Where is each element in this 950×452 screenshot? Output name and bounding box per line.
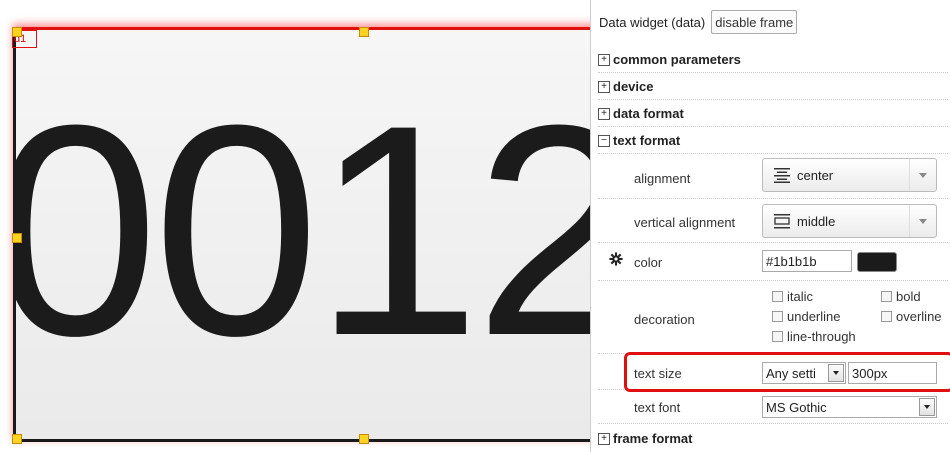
text-font-value: MS Gothic [766, 400, 827, 415]
checkbox-box[interactable] [881, 291, 892, 302]
valign-middle-icon [774, 214, 790, 229]
chevron-down-icon [919, 398, 935, 416]
checkbox-box[interactable] [772, 291, 783, 302]
alignment-select[interactable]: center [762, 158, 937, 192]
panel-header: Data widget (data) disable frame [599, 8, 798, 36]
checkbox-box[interactable] [881, 311, 892, 322]
expand-icon: + [598, 53, 610, 66]
overline-checkbox[interactable]: overline [881, 309, 942, 324]
section-label: device [613, 79, 654, 94]
panel-title: Data widget (data) [599, 14, 706, 30]
gear-icon[interactable] [609, 252, 623, 266]
alignment-value: center [797, 168, 834, 183]
alignment-label: alignment [634, 171, 691, 186]
overline-label: overline [896, 309, 942, 324]
text-size-highlight [624, 352, 950, 392]
data-widget[interactable]: 0012 [13, 27, 590, 442]
vertical-alignment-label: vertical alignment [634, 215, 736, 230]
section-device[interactable]: + device [598, 74, 948, 100]
italic-label: italic [787, 289, 814, 304]
expand-icon: + [598, 432, 610, 445]
design-canvas[interactable]: 0012 d1 [0, 0, 590, 452]
resize-handle-top-center[interactable] [359, 27, 369, 37]
color-hex-input[interactable] [762, 250, 852, 272]
chevron-down-icon [909, 159, 936, 191]
align-center-icon [774, 168, 790, 183]
bold-checkbox[interactable]: bold [881, 289, 921, 304]
expand-icon: + [598, 107, 610, 120]
widget-value-text: 0012 [13, 62, 590, 398]
italic-checkbox[interactable]: italic [772, 289, 813, 304]
collapse-icon: − [598, 134, 610, 147]
section-label: text format [613, 133, 681, 148]
resize-handle-top-left[interactable] [12, 27, 22, 37]
section-label: common parameters [613, 52, 741, 67]
section-common-parameters[interactable]: + common parameters [598, 47, 948, 73]
text-font-label: text font [634, 400, 681, 415]
decoration-label: decoration [634, 312, 695, 327]
underline-checkbox[interactable]: underline [772, 309, 841, 324]
bold-label: bold [896, 289, 921, 304]
line-through-checkbox[interactable]: line-through [772, 329, 856, 344]
resize-handle-bottom-center[interactable] [359, 434, 369, 444]
color-label: color [634, 255, 663, 270]
section-label: data format [613, 106, 684, 121]
color-swatch[interactable] [857, 252, 897, 272]
line-through-label: line-through [787, 329, 856, 344]
section-label: frame format [613, 431, 693, 446]
underline-label: underline [787, 309, 841, 324]
checkbox-box[interactable] [772, 311, 783, 322]
resize-handle-bottom-left[interactable] [12, 434, 22, 444]
section-frame-format[interactable]: + frame format [598, 426, 948, 452]
vertical-alignment-value: middle [797, 214, 836, 229]
section-text-format[interactable]: − text format [598, 128, 948, 154]
checkbox-box[interactable] [772, 331, 783, 342]
expand-icon: + [598, 80, 610, 93]
disable-frame-button[interactable]: disable frame [711, 10, 798, 34]
section-data-format[interactable]: + data format [598, 101, 948, 127]
text-font-select[interactable]: MS Gothic [762, 396, 937, 418]
chevron-down-icon [909, 205, 936, 237]
resize-handle-middle-left[interactable] [12, 233, 22, 243]
vertical-alignment-select[interactable]: middle [762, 204, 937, 238]
